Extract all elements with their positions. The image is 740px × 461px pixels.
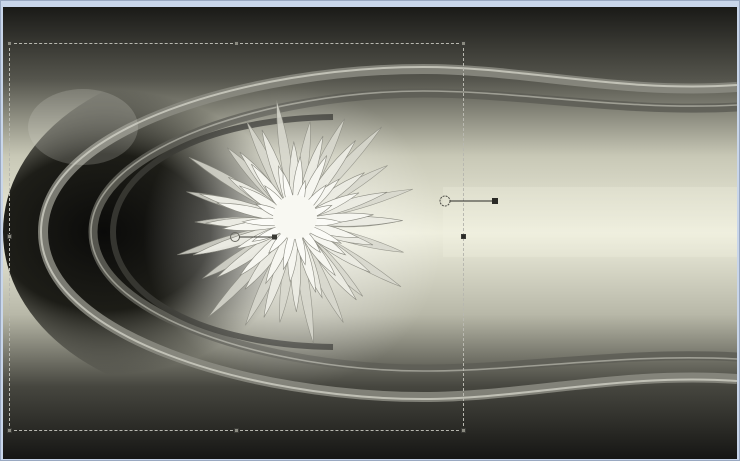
handle-bottom-left[interactable] [7, 428, 12, 433]
rotate-end-handle [492, 198, 498, 204]
handle-top-right[interactable] [461, 41, 466, 46]
rotation-handle[interactable] [435, 191, 505, 211]
handle-middle-left[interactable] [7, 234, 12, 239]
image-window [0, 0, 740, 461]
handle-top-center[interactable] [234, 41, 239, 46]
handle-middle-right[interactable] [461, 234, 466, 239]
pivot-end-handle [272, 234, 277, 240]
handle-bottom-center[interactable] [234, 428, 239, 433]
image-canvas[interactable] [3, 7, 737, 459]
rotate-circle-icon [439, 195, 451, 207]
pivot-marker[interactable] [223, 227, 283, 247]
pivot-circle-icon [230, 232, 240, 242]
handle-bottom-right[interactable] [461, 428, 466, 433]
handle-top-left[interactable] [7, 41, 12, 46]
